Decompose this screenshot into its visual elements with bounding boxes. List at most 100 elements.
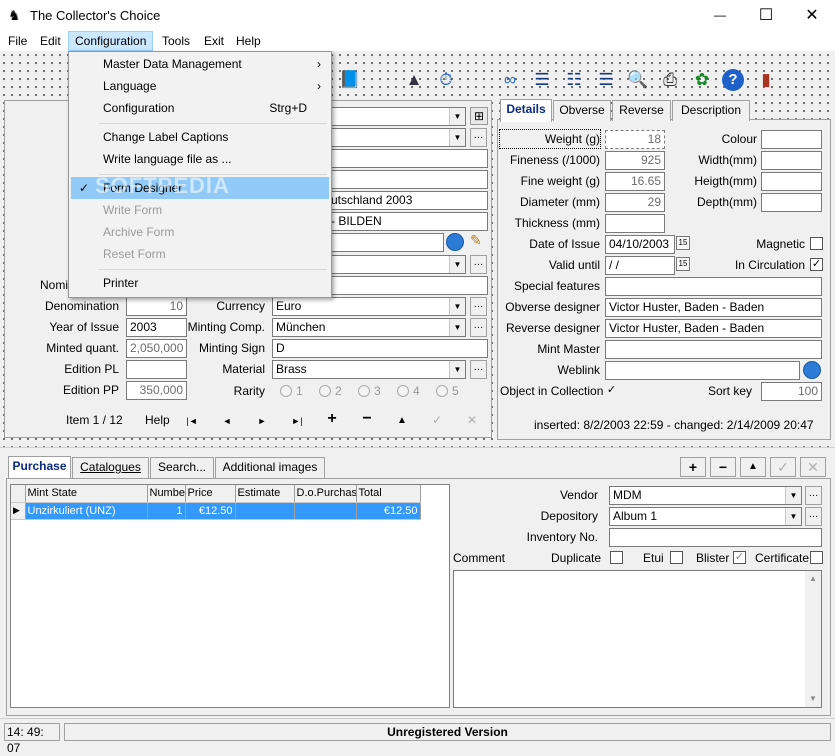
upper-8-lookup-button[interactable]: … (470, 255, 487, 274)
menu-item-printer[interactable]: Printer (71, 272, 329, 294)
comment-scrollbar[interactable]: ▲ ▼ (805, 571, 821, 707)
help-icon[interactable]: ? (722, 69, 744, 91)
sort-key-field[interactable]: 100 (761, 382, 822, 401)
calendar-icon[interactable]: 15 (676, 257, 690, 271)
inventory-field[interactable] (609, 528, 822, 547)
vendor-field[interactable]: MDM (609, 486, 802, 505)
chevron-down-icon[interactable]: ▼ (449, 361, 465, 378)
link-icon[interactable]: ∞ (498, 68, 522, 92)
cell-estimate[interactable] (235, 502, 295, 520)
fullscreen-icon[interactable]: ⊞ (470, 107, 488, 125)
weight-field[interactable]: 18 (605, 130, 665, 149)
chevron-down-icon[interactable]: ▼ (449, 129, 465, 146)
col-number[interactable]: Numbe (147, 485, 186, 503)
depth-field[interactable] (761, 193, 822, 212)
fineness-field[interactable]: 925 (605, 151, 665, 170)
circulation-checkbox[interactable]: ✓ (810, 258, 823, 271)
menu-item-write-language[interactable]: Write language file as ... (71, 148, 329, 170)
menu-help[interactable]: Help (230, 31, 267, 51)
stopwatch-icon[interactable]: ⏱ (434, 68, 458, 92)
tab-reverse[interactable]: Reverse (612, 100, 671, 121)
tab-description[interactable]: Description (672, 100, 750, 121)
currency-field[interactable]: Euro (272, 297, 466, 316)
vendor-lookup-button[interactable]: … (805, 486, 822, 505)
height-field[interactable] (761, 172, 822, 191)
date-issue-field[interactable]: 04/10/2003 (605, 235, 675, 254)
special-features-field[interactable] (605, 277, 822, 296)
col-estimate[interactable]: Estimate (235, 485, 295, 503)
weblink-field[interactable] (605, 361, 800, 380)
minimize-button[interactable]: — (697, 0, 743, 31)
preview-icon[interactable]: 🔍 (626, 68, 650, 92)
scroll-down-icon[interactable]: ▼ (805, 691, 821, 707)
exit-icon[interactable]: ▮ (754, 68, 778, 92)
field-upper-8[interactable]: ▼ (330, 255, 466, 274)
etui-checkbox[interactable] (670, 551, 683, 564)
chevron-down-icon[interactable]: ▼ (785, 487, 801, 504)
diameter-field[interactable]: 29 (605, 193, 665, 212)
cell-mint-state[interactable]: Unzirkuliert (UNZ) (25, 502, 148, 520)
map-icon[interactable]: ▲ (402, 68, 426, 92)
year-field[interactable]: 2003 (126, 318, 187, 337)
table-row[interactable]: ▶ Unzirkuliert (UNZ) 1 €12.50 €12.50 (11, 502, 421, 520)
confirm-button[interactable]: ✓ (425, 412, 449, 428)
tree-icon[interactable]: ☷ (562, 68, 586, 92)
in-collection-checkbox[interactable]: ✓ (605, 384, 618, 397)
depository-field[interactable]: Album 1 (609, 507, 802, 526)
menu-item-change-captions[interactable]: Change Label Captions (71, 126, 329, 148)
tab-search[interactable]: Search... (150, 457, 214, 478)
valid-until-field[interactable]: / / (605, 256, 675, 275)
last-record-button[interactable]: ►| (285, 413, 309, 429)
delete-record-button[interactable]: − (355, 411, 379, 427)
field-type[interactable]: ▼ (330, 107, 466, 126)
menu-exit[interactable]: Exit (198, 31, 230, 51)
duplicate-checkbox[interactable] (610, 551, 623, 564)
book-icon[interactable]: 📘 (338, 68, 362, 92)
cell-date-purchase[interactable] (294, 502, 357, 520)
magic-wand-icon[interactable]: ✎ (470, 232, 482, 249)
rarity-radio-3[interactable] (358, 385, 370, 397)
col-total[interactable]: Total (356, 485, 421, 503)
col-mint-state[interactable]: Mint State (25, 485, 148, 503)
material-field[interactable]: Brass (272, 360, 466, 379)
menu-item-form-designer[interactable]: ✓ Form Designer SOFTPEDIA (71, 175, 329, 199)
field-nominal-right[interactable] (330, 276, 488, 295)
edition-pl-field[interactable] (126, 360, 187, 379)
chevron-down-icon[interactable]: ▼ (449, 108, 465, 125)
reverse-designer-field[interactable]: Victor Huster, Baden - Baden (605, 319, 822, 338)
field-upper-3[interactable] (330, 149, 488, 168)
first-record-button[interactable]: |◄ (180, 413, 204, 429)
tab-details[interactable]: Details (500, 99, 552, 122)
minting-sign-field[interactable]: D (272, 339, 488, 358)
printer-icon[interactable]: ⎙ (658, 68, 682, 92)
prev-record-button[interactable]: ◄ (215, 413, 239, 429)
list-icon[interactable]: ☰ (530, 68, 554, 92)
obverse-designer-field[interactable]: Victor Huster, Baden - Baden (605, 298, 822, 317)
confirm-purchase-button[interactable]: ✓ (770, 457, 796, 477)
add-record-button[interactable]: + (320, 411, 344, 427)
field-title[interactable]: utschland 2003 (330, 191, 488, 210)
purchase-grid[interactable]: Mint State Numbe Price Estimate D.o.Purc… (10, 484, 450, 708)
tab-catalogues[interactable]: Catalogues (72, 457, 149, 478)
close-button[interactable]: ✕ (789, 0, 835, 31)
chevron-down-icon[interactable]: ▼ (449, 298, 465, 315)
comment-textarea[interactable] (453, 570, 822, 708)
scroll-up-icon[interactable]: ▲ (805, 571, 821, 587)
menu-file[interactable]: File (2, 31, 33, 51)
chevron-down-icon[interactable]: ▼ (785, 508, 801, 525)
certificate-checkbox[interactable] (810, 551, 823, 564)
tab-purchase[interactable]: Purchase (8, 456, 71, 479)
menu-edit[interactable]: Edit (34, 31, 67, 51)
minted-field[interactable]: 2,050,000 (126, 339, 187, 358)
globe-icon[interactable] (803, 361, 821, 379)
currency-lookup-button[interactable]: … (470, 297, 487, 316)
menu-configuration[interactable]: Configuration (68, 31, 154, 51)
menu-item-language[interactable]: Language › (71, 75, 329, 97)
fine-weight-field[interactable]: 16.65 (605, 172, 665, 191)
up-purchase-button[interactable]: ▲ (740, 457, 766, 477)
move-up-button[interactable]: ▲ (390, 413, 414, 429)
next-record-button[interactable]: ► (250, 413, 274, 429)
col-price[interactable]: Price (185, 485, 236, 503)
field-upper-4[interactable] (330, 170, 488, 189)
calendar-icon[interactable]: 15 (676, 236, 690, 250)
